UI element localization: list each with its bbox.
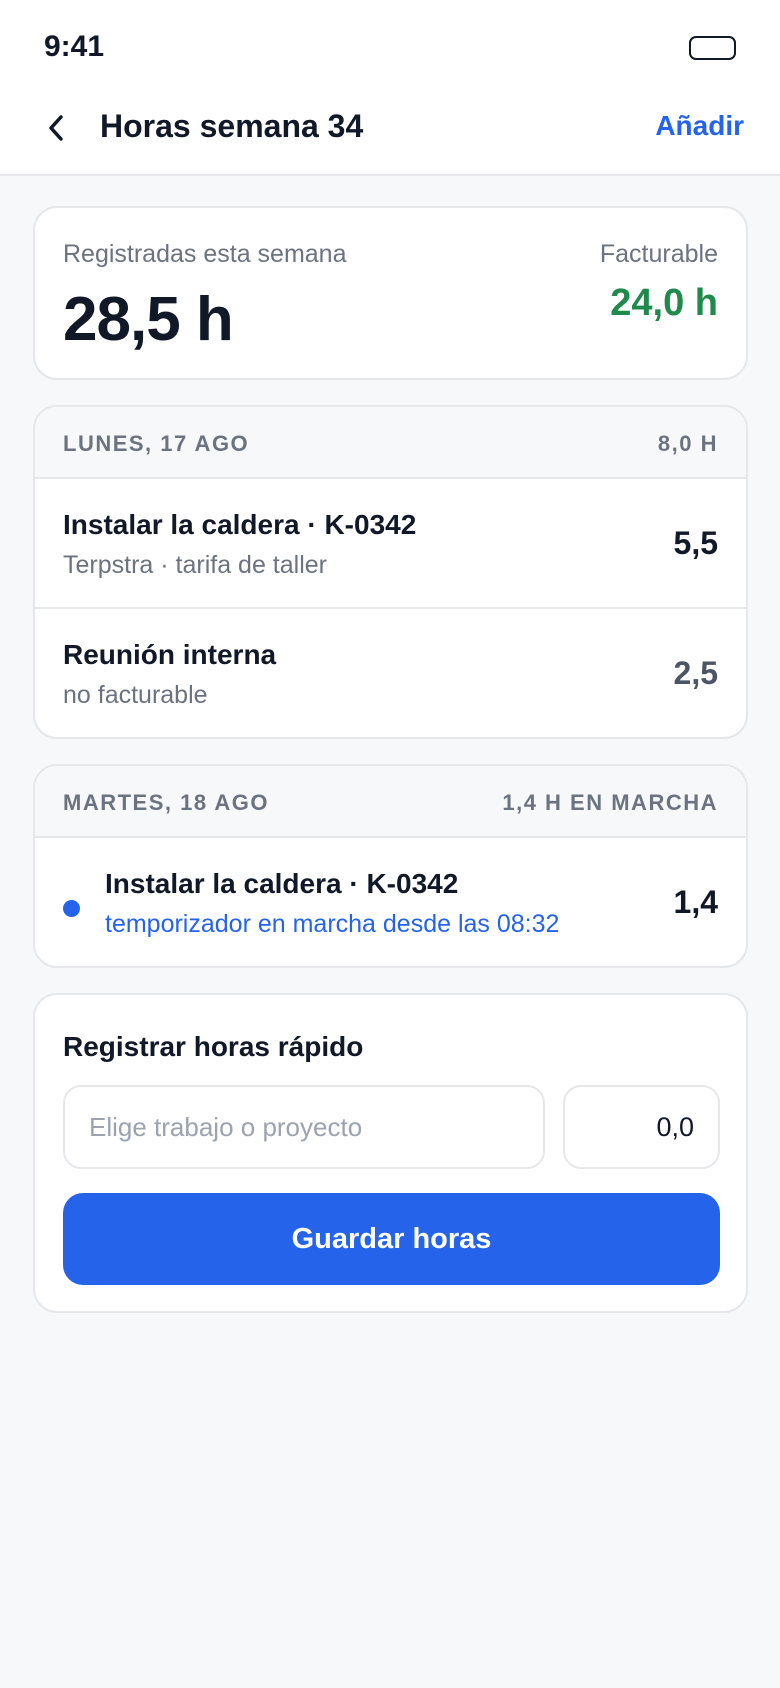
billable-value: 24,0 h <box>610 282 718 324</box>
add-button[interactable]: Añadir <box>655 110 744 142</box>
nav-bar: Horas semana 34 Añadir <box>0 86 780 176</box>
quick-log-card: Registrar horas rápido Guardar horas <box>33 993 748 1313</box>
day-total: 8,0 H <box>657 431 718 456</box>
day-header: LUNES, 17 AGO 8,0 H <box>35 407 746 479</box>
entry-hours: 1,4 <box>673 884 718 920</box>
timer-status: temporizador en marcha desde las 08:32 <box>105 910 560 938</box>
day-card-monday: LUNES, 17 AGO 8,0 H Instalar la caldera … <box>33 405 748 739</box>
week-summary-card: Registradas esta semana 28,5 h Facturabl… <box>33 206 748 380</box>
day-title: LUNES, 17 AGO <box>63 431 250 456</box>
running-dot-icon <box>63 900 80 917</box>
recorded-total: 28,5 h <box>63 285 234 354</box>
save-hours-button[interactable]: Guardar horas <box>63 1193 720 1285</box>
battery-icon <box>689 36 736 60</box>
entry-subtitle: Terpstra · tarifa de taller <box>63 551 327 579</box>
back-button[interactable] <box>36 106 76 150</box>
quick-log-title: Registrar horas rápido <box>63 1031 364 1062</box>
billable-label: Facturable <box>599 240 718 268</box>
entry-hours: 5,5 <box>673 525 718 561</box>
page-title: Horas semana 34 <box>100 108 364 144</box>
recorded-label: Registradas esta semana <box>63 240 347 268</box>
job-select-input[interactable] <box>63 1085 545 1169</box>
day-header: MARTES, 18 AGO 1,4 H EN MARCHA <box>35 766 746 838</box>
entry-title: Instalar la caldera · K-0342 <box>105 868 459 899</box>
day-title: MARTES, 18 AGO <box>63 790 269 815</box>
entry-subtitle: no facturable <box>63 681 208 709</box>
status-time: 9:41 <box>44 30 105 63</box>
time-entry[interactable]: Reunión interna no facturable 2,5 <box>35 607 746 735</box>
chevron-left-icon <box>49 115 63 141</box>
running-time-entry[interactable]: Instalar la caldera · K-0342 temporizado… <box>35 838 746 966</box>
entry-title: Instalar la caldera · K-0342 <box>63 509 417 540</box>
status-bar: 9:41 <box>0 0 780 96</box>
hours-input[interactable] <box>563 1085 720 1169</box>
day-total: 1,4 H EN MARCHA <box>502 790 718 815</box>
entry-title: Reunión interna <box>63 639 277 670</box>
entry-hours: 2,5 <box>673 655 718 691</box>
day-card-tuesday: MARTES, 18 AGO 1,4 H EN MARCHA Instalar … <box>33 764 748 968</box>
time-entry[interactable]: Instalar la caldera · K-0342 Terpstra · … <box>35 479 746 607</box>
